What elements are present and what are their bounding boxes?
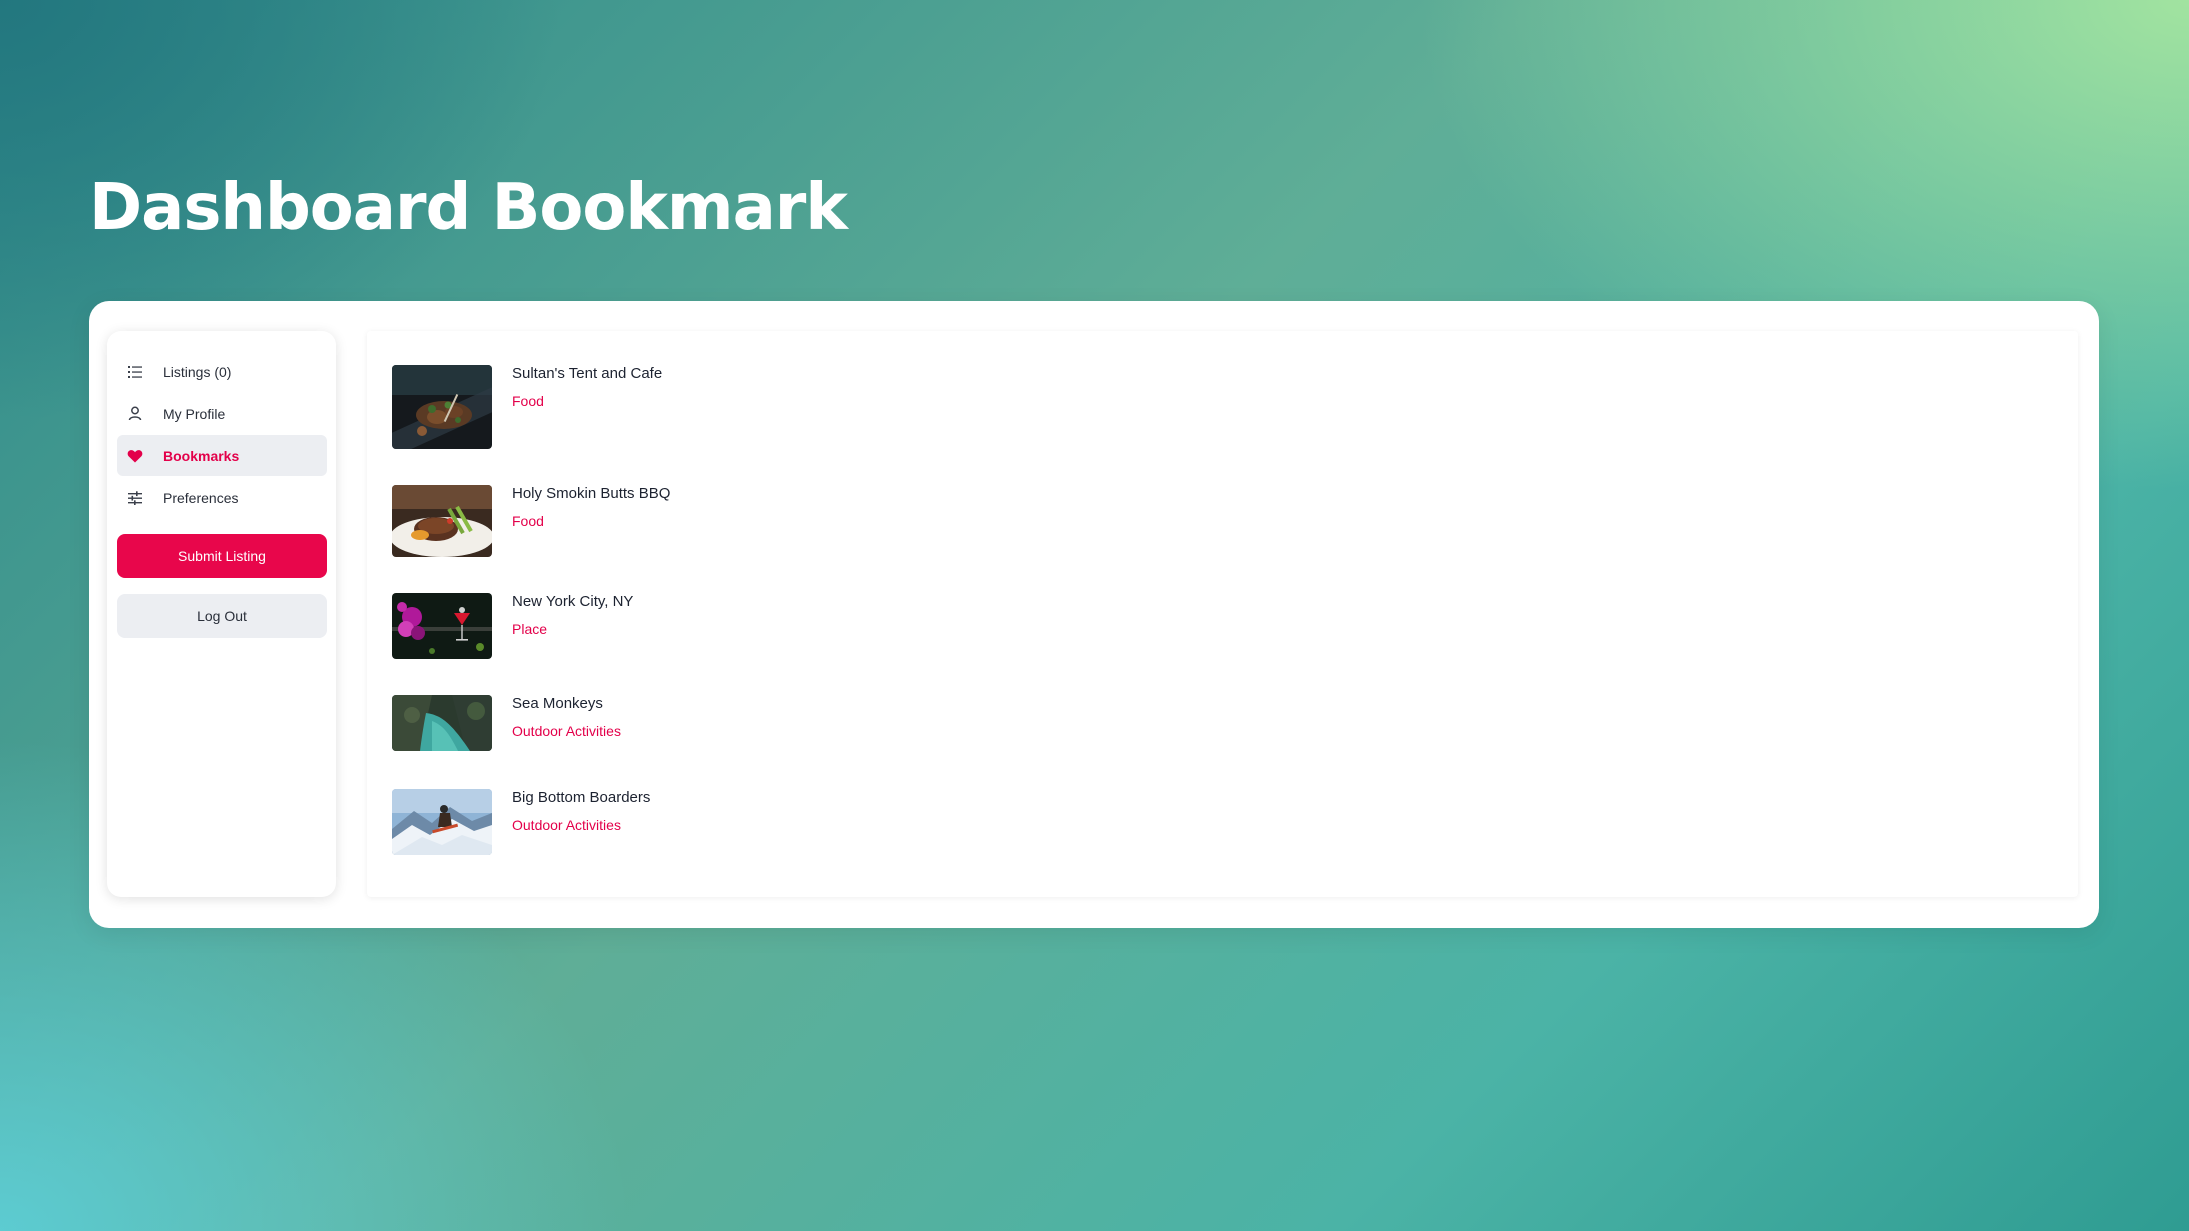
bookmark-category: Place: [512, 621, 548, 637]
sliders-icon: [126, 489, 144, 507]
sidebar-item-listings[interactable]: Listings (0): [117, 351, 327, 392]
bookmark-category: Food: [512, 393, 544, 409]
bookmarks-panel: Sultan's Tent and Cafe Food Holy Smokin …: [367, 331, 2078, 897]
sidebar-item-label: Listings (0): [163, 363, 232, 380]
user-icon: [126, 405, 144, 423]
bookmark-thumbnail[interactable]: [392, 695, 492, 751]
sidebar: Listings (0) My Profile Bookmarks Prefer…: [107, 331, 336, 897]
bookmark-category: Outdoor Activities: [512, 723, 621, 739]
sidebar-item-bookmarks[interactable]: Bookmarks: [117, 435, 327, 476]
bookmark-thumbnail[interactable]: [392, 789, 492, 855]
sidebar-item-my-profile[interactable]: My Profile: [117, 393, 327, 434]
heart-icon: [126, 447, 144, 465]
bookmark-category: Food: [512, 513, 544, 529]
bookmark-title[interactable]: Sea Monkeys: [512, 695, 603, 712]
list-icon: [126, 363, 144, 381]
sidebar-item-label: My Profile: [163, 405, 226, 422]
bookmark-thumbnail[interactable]: [392, 365, 492, 449]
bookmark-title[interactable]: Sultan's Tent and Cafe: [512, 365, 662, 382]
bookmark-title[interactable]: Holy Smokin Butts BBQ: [512, 485, 670, 502]
sidebar-item-preferences[interactable]: Preferences: [117, 477, 327, 518]
bookmark-category: Outdoor Activities: [512, 817, 621, 833]
bookmark-thumbnail[interactable]: [392, 593, 492, 659]
sidebar-nav: Listings (0) My Profile Bookmarks Prefer…: [117, 351, 327, 519]
submit-listing-button[interactable]: Submit Listing: [117, 534, 327, 578]
sidebar-item-label: Preferences: [163, 489, 239, 506]
page-title: Dashboard Bookmark: [89, 171, 848, 245]
bookmark-title[interactable]: New York City, NY: [512, 593, 633, 610]
bookmark-title[interactable]: Big Bottom Boarders: [512, 789, 650, 806]
log-out-button[interactable]: Log Out: [117, 594, 327, 638]
sidebar-item-label: Bookmarks: [163, 447, 240, 464]
bookmark-thumbnail[interactable]: [392, 485, 492, 557]
dashboard-card: Listings (0) My Profile Bookmarks Prefer…: [89, 301, 2099, 928]
